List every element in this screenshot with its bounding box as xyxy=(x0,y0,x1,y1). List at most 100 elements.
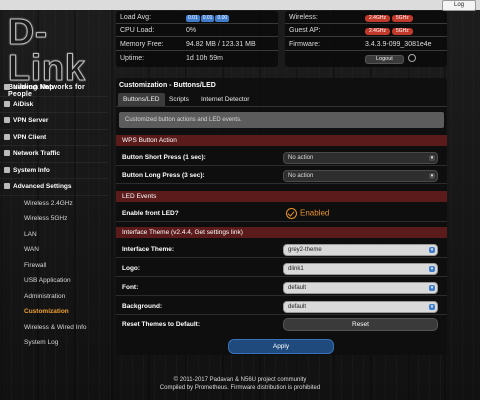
reset-button[interactable]: Reset xyxy=(283,318,438,331)
sidebar-item-network-map[interactable]: Network Map xyxy=(0,80,108,97)
sidebar-subitem-wan[interactable]: WAN xyxy=(0,242,108,258)
sidebar-subitem-label: Wireless 5GHz xyxy=(24,215,68,222)
sidebar-item-network-traffic[interactable]: Network Traffic xyxy=(0,146,108,163)
tab-internet-detector[interactable]: Internet Detector xyxy=(196,93,254,106)
disk-icon xyxy=(4,100,10,107)
memory-free-value: 94.82 MB / 123.31 MB xyxy=(186,41,256,48)
tab-buttons-led[interactable]: Buttons/LED xyxy=(118,93,165,106)
sidebar-item-label: System Info xyxy=(13,166,50,174)
load-avg-5: 0.01 xyxy=(200,15,215,22)
tab-scripts[interactable]: Scripts xyxy=(164,93,194,106)
sidebar-subitem-label: Administration xyxy=(24,292,66,300)
memory-free-label: Memory Free: xyxy=(120,41,164,48)
radio-panel: Wireless: 2.4GHz 5GHz Guest AP: 2.4GHz 5GH… xyxy=(285,11,447,67)
row-theme: Interface Theme: grey2-theme ▾ xyxy=(116,241,447,258)
apply-button[interactable]: Apply xyxy=(228,339,334,354)
status-panel: Load Avg: 0.01 0.01 0.00 CPU Load: 0% Memo… xyxy=(116,11,278,67)
logo-wordmark: D-Link xyxy=(8,11,87,88)
footer: © 2011-2017 Padavan & N56U project commu… xyxy=(0,376,480,392)
info-icon xyxy=(4,166,10,173)
row-short-press: Button Short Press (1 sec): No action ▾ xyxy=(116,149,447,166)
sidebar-subitem-system-log[interactable]: System Log xyxy=(0,335,108,351)
load-avg-values: 0.01 0.01 0.00 xyxy=(186,14,230,22)
logout-button[interactable]: Logout xyxy=(365,54,404,64)
row-reset: Reset Themes to Default: Reset xyxy=(116,316,447,332)
sidebar-subitem-customization[interactable]: Customization xyxy=(0,304,108,320)
log-button[interactable]: Log xyxy=(442,0,476,11)
firmware-value[interactable]: 3.4.3.9-099_3081e4e xyxy=(365,41,432,48)
sidebar-subitem-label: Customization xyxy=(24,308,69,315)
sidebar-subitem-wireless-5[interactable]: Wireless 5GHz xyxy=(0,211,108,227)
sidebar-subitem-administration[interactable]: Administration xyxy=(0,289,108,305)
dlink-logo: D-Link Building Networks for People xyxy=(8,13,108,98)
sidebar-subitem-label: WAN xyxy=(24,246,39,253)
background-label: Background: xyxy=(122,303,163,310)
chevron-down-icon: ▾ xyxy=(429,173,435,179)
chevron-down-icon: ▾ xyxy=(429,285,435,291)
sidebar-item-system-info[interactable]: System Info xyxy=(0,163,108,179)
chevron-down-icon: ▾ xyxy=(429,155,435,161)
footer-compiled: Compiled by Prometheus. Firmware distrib… xyxy=(159,385,321,391)
guest-5-badge[interactable]: 5GHz xyxy=(391,28,413,35)
section-led: LED Events xyxy=(116,191,447,202)
sidebar-item-vpn-server[interactable]: VPN Server xyxy=(0,113,108,130)
sidebar-subitem-label: System Log xyxy=(24,339,59,346)
page-title: Customization - Buttons/LED xyxy=(119,82,216,89)
load-avg-15: 0.00 xyxy=(215,15,230,22)
long-press-label: Button Long Press (3 sec): xyxy=(122,172,205,179)
vpn-client-icon xyxy=(4,133,10,140)
vpn-server-icon xyxy=(4,117,10,123)
uptime-label: Uptime: xyxy=(120,55,145,62)
font-select[interactable]: default ▾ xyxy=(283,282,438,294)
sidebar-item-label: Network Traffic xyxy=(13,150,60,157)
sidebar: Network Map AiDisk VPN Server VPN Client… xyxy=(0,80,108,351)
top-bar: Log xyxy=(0,0,480,11)
background-value: default xyxy=(288,304,307,310)
wireless-24-badge[interactable]: 2.4GHz xyxy=(365,15,390,22)
sidebar-subitem-label: Wireless & Wired Info xyxy=(24,323,87,331)
theme-select[interactable]: grey2-theme ▾ xyxy=(283,244,438,256)
sidebar-subitem-lan[interactable]: LAN xyxy=(0,227,108,243)
front-led-label: Enable front LED? xyxy=(122,210,179,217)
wireless-label: Wireless: xyxy=(289,14,318,21)
chevron-down-icon: ▾ xyxy=(429,304,435,310)
long-press-value: No action xyxy=(288,173,314,179)
row-front-led: Enable front LED? Enabled xyxy=(116,205,447,222)
sidebar-subitem-wireless-24[interactable]: Wireless 2.4GHz xyxy=(0,196,108,212)
sidebar-item-label: Network Map xyxy=(13,84,54,91)
info-box: Customized button actions and LED events… xyxy=(119,112,444,128)
long-press-select[interactable]: No action ▾ xyxy=(283,170,438,182)
sidebar-subitem-label: LAN xyxy=(24,230,37,238)
cpu-load-value: 0% xyxy=(186,27,197,34)
background-select[interactable]: default ▾ xyxy=(283,301,438,313)
short-press-select[interactable]: No action ▾ xyxy=(283,152,438,164)
sidebar-subitem-firewall[interactable]: Firewall xyxy=(0,258,108,274)
sidebar-item-label: Advanced Settings xyxy=(13,183,72,190)
uptime-value: 1d 10h 59m xyxy=(186,55,223,62)
reset-label: Reset Themes to Default: xyxy=(122,321,201,328)
network-map-icon xyxy=(4,84,10,90)
font-label: Font: xyxy=(122,284,139,291)
chevron-down-icon: ▾ xyxy=(429,266,435,272)
sidebar-subitem-wireless-wired-info[interactable]: Wireless & Wired Info xyxy=(0,320,108,336)
chevron-down-icon: ▾ xyxy=(429,247,435,253)
traffic-icon xyxy=(4,150,10,156)
firmware-label: Firmware: xyxy=(289,41,321,48)
theme-label: Interface Theme: xyxy=(122,246,175,253)
power-icon[interactable] xyxy=(407,54,416,62)
sidebar-subitem-usb-application[interactable]: USB Application xyxy=(0,273,108,289)
sidebar-item-label: VPN Client xyxy=(13,133,47,141)
guest-24-badge[interactable]: 2.4GHz xyxy=(365,28,390,35)
wireless-5-badge[interactable]: 5GHz xyxy=(391,15,413,22)
logo-select[interactable]: dlink1 ▾ xyxy=(283,263,438,275)
logo-label: Logo: xyxy=(122,265,141,272)
row-long-press: Button Long Press (3 sec): No action ▾ xyxy=(116,167,447,184)
front-led-value: Enabled xyxy=(300,208,330,218)
sidebar-item-vpn-client[interactable]: VPN Client xyxy=(0,130,108,146)
main-panel: Customization - Buttons/LED Buttons/LED … xyxy=(116,78,447,355)
front-led-toggle[interactable]: Enabled xyxy=(286,208,329,219)
sidebar-item-aidisk[interactable]: AiDisk xyxy=(0,97,108,113)
section-theme[interactable]: Interface Theme (v2.4.4, Get settings li… xyxy=(116,227,447,238)
sidebar-subitem-label: USB Application xyxy=(24,277,71,284)
sidebar-item-advanced-settings[interactable]: Advanced Settings xyxy=(0,179,108,196)
